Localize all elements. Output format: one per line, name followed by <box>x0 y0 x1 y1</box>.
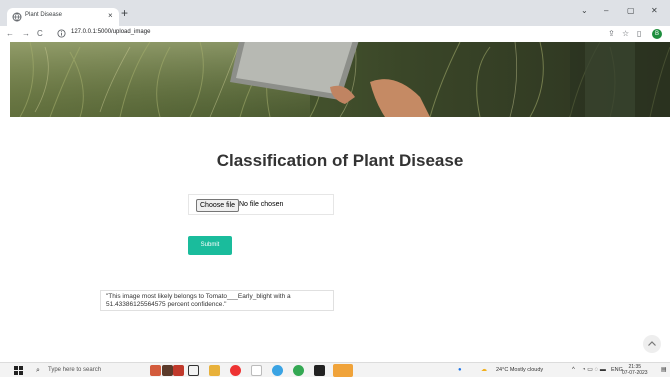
tray-icons[interactable]: ◔ ▭ ◌ ▬ <box>582 366 606 374</box>
tray-chevron-up-icon[interactable]: ^ <box>572 366 575 374</box>
windows-start-icon[interactable] <box>14 366 23 375</box>
forward-icon[interactable]: → <box>22 28 30 40</box>
site-info-icon[interactable] <box>57 29 66 38</box>
taskbar-search-placeholder: Type here to search <box>48 367 102 373</box>
help-icon[interactable]: ● <box>458 366 462 374</box>
close-window-button[interactable]: ✕ <box>651 6 658 16</box>
address-bar[interactable]: 127.0.0.1:5000/upload_image <box>57 28 587 40</box>
browser-tab-strip: Plant Disease × + ⌄ – ▢ ✕ <box>0 0 670 26</box>
search-icon: ⌕ <box>36 367 40 374</box>
browser-toolbar: ← → C 127.0.0.1:5000/upload_image ⇪ ☆ ▯ <box>0 26 670 42</box>
taskbar-app-icon[interactable] <box>173 365 184 376</box>
url-text: 127.0.0.1:5000/upload_image <box>71 29 151 35</box>
scroll-to-top-button[interactable] <box>643 335 661 353</box>
tab-title: Plant Disease <box>25 12 63 18</box>
chevron-up-icon <box>648 341 656 346</box>
notification-icon[interactable]: ▤ <box>661 366 667 374</box>
file-status-text: No file chosen <box>239 201 284 208</box>
weather-text[interactable]: 24°C Mostly cloudy <box>496 367 543 373</box>
prediction-result: "This image most likely belongs to Tomat… <box>100 290 334 311</box>
new-tab-button[interactable]: + <box>121 7 128 19</box>
choose-file-button[interactable]: Choose file <box>196 199 240 212</box>
file-explorer-icon[interactable] <box>209 365 220 376</box>
browser-tab[interactable]: Plant Disease × <box>7 8 119 26</box>
weather-icon: ☁ <box>481 367 487 373</box>
tab-search-icon[interactable]: ⌄ <box>581 6 588 16</box>
hero-banner-image <box>10 42 670 117</box>
profile-avatar[interactable]: B <box>652 29 662 39</box>
field-photo <box>10 42 670 117</box>
chrome-icon[interactable] <box>293 365 304 376</box>
share-icon[interactable]: ⇪ <box>608 28 615 40</box>
page-title: Classification of Plant Disease <box>216 151 464 170</box>
terminal-icon[interactable] <box>314 365 325 376</box>
file-upload-field[interactable]: Choose file No file chosen <box>188 194 334 215</box>
minimize-button[interactable]: – <box>604 6 608 16</box>
globe-icon <box>12 12 22 22</box>
opera-icon[interactable] <box>230 365 241 376</box>
taskbar-app-icon[interactable] <box>162 365 173 376</box>
notepad-icon[interactable] <box>251 365 262 376</box>
reload-icon[interactable]: C <box>37 28 43 40</box>
system-clock[interactable]: 21:35 07-07-2023 <box>622 364 648 376</box>
app-icon[interactable] <box>272 365 283 376</box>
taskbar-app-icon[interactable] <box>150 365 161 376</box>
bookmark-star-icon[interactable]: ☆ <box>622 28 629 40</box>
side-panel-icon[interactable]: ▯ <box>637 28 641 40</box>
back-icon[interactable]: ← <box>6 28 14 40</box>
submit-button[interactable]: Submit <box>188 236 232 255</box>
restore-button[interactable]: ▢ <box>627 6 635 16</box>
tab-close-icon[interactable]: × <box>108 11 113 21</box>
taskbar-search-box[interactable]: ⌕ Type here to search <box>34 364 146 377</box>
task-view-icon[interactable] <box>188 365 199 376</box>
active-app-icon[interactable] <box>333 364 353 377</box>
windows-taskbar: ⌕ Type here to search ● ☁ 24°C Mostly cl… <box>0 362 670 377</box>
clock-date: 07-07-2023 <box>622 370 648 376</box>
